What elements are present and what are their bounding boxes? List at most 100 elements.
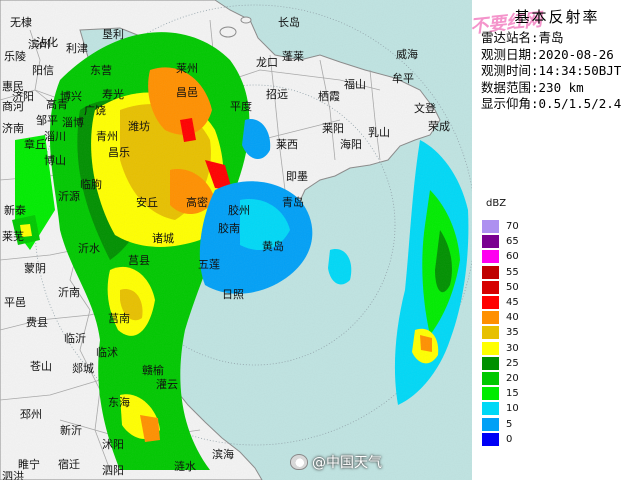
attribution: @中国天气 — [290, 452, 382, 472]
city-label: 莱芜 — [2, 229, 24, 243]
station-info: 雷达站名:青岛 观测日期:2020-08-26 观测时间:14:34:50BJT… — [481, 30, 621, 113]
legend-swatch — [482, 372, 499, 385]
display-elevation: 显示仰角:0.5/1.5/2.4 — [481, 96, 622, 111]
city-label: 福山 — [344, 77, 366, 91]
city-label: 费县 — [26, 316, 48, 329]
city-label: 平度 — [230, 99, 252, 113]
city-label: 新沂 — [60, 423, 82, 437]
city-label: 安丘 — [136, 195, 158, 209]
city-label: 黄岛 — [262, 239, 284, 253]
legend-label: 60 — [506, 251, 519, 263]
city-label: 蓬莱 — [282, 50, 304, 63]
legend-swatch — [482, 402, 499, 416]
city-label: 平邑 — [4, 296, 26, 309]
legend-label: 20 — [506, 373, 519, 384]
legend-label: 50 — [506, 281, 519, 293]
city-label: 灌云 — [156, 378, 178, 391]
city-label: 胶州 — [228, 203, 250, 217]
city-label: 长岛 — [278, 15, 300, 29]
city-label: 赣榆 — [142, 363, 164, 377]
city-label: 潍坊 — [128, 119, 150, 133]
city-label: 昌乐 — [108, 146, 130, 159]
city-label: 文登 — [414, 101, 436, 115]
city-label: 邹平 — [36, 114, 58, 127]
city-label: 涟水 — [174, 459, 196, 473]
city-label: 利津 — [66, 42, 88, 55]
data-range: 数据范围:230 km — [481, 79, 584, 95]
legend-swatch — [482, 296, 499, 309]
city-label: 临沂 — [64, 331, 86, 345]
city-label: 沂南 — [58, 286, 80, 299]
legend-level: 60 — [482, 250, 519, 264]
city-label: 乳山 — [368, 126, 390, 139]
legend-label: 10 — [506, 403, 519, 415]
legend-level: 70 — [482, 220, 519, 233]
legend-label: 0 — [506, 433, 513, 445]
weibo-logo-icon — [290, 454, 308, 470]
legend-swatch — [482, 417, 499, 431]
legend-swatch — [482, 280, 499, 294]
city-label: 龙口 — [256, 56, 278, 69]
city-label: 章丘 — [24, 137, 46, 151]
legend-level: 20 — [482, 372, 519, 385]
legend-swatch — [482, 341, 499, 355]
observation-time: 观测时间:14:34:50BJT — [481, 63, 622, 78]
city-label: 博山 — [44, 154, 66, 167]
legend-unit: dBZ — [486, 198, 507, 209]
city-label: 招远 — [266, 87, 288, 101]
legend-level: 0 — [482, 432, 513, 446]
dbz-legend: dBZ 70 65 60 55 50 45 40 35 30 25 20 15 10 5 0 — [482, 198, 519, 446]
legend-label: 65 — [506, 236, 519, 248]
city-label: 阳信 — [32, 64, 54, 77]
city-label: 东海 — [108, 395, 130, 409]
legend-swatch — [482, 220, 499, 233]
city-label: 高密 — [186, 195, 208, 209]
city-label: 广饶 — [84, 104, 106, 117]
legend-level: 15 — [482, 387, 519, 401]
legend-level: 45 — [482, 296, 519, 309]
legend-level: 25 — [482, 356, 519, 370]
city-label: 郯城 — [72, 361, 94, 375]
city-label: 淄川 — [44, 130, 66, 143]
legend-level: 10 — [482, 402, 519, 416]
city-label: 莱西 — [276, 138, 298, 151]
city-label: 蒙阴 — [24, 262, 46, 275]
city-label: 青岛 — [282, 195, 304, 209]
legend-level: 50 — [482, 280, 519, 294]
city-label: 昌邑 — [176, 86, 198, 99]
city-label: 青州 — [96, 130, 118, 143]
city-label: 睢宁 — [18, 457, 40, 471]
city-label: 滨海 — [212, 447, 234, 461]
legend-swatch — [482, 235, 499, 249]
legend-label: 55 — [506, 266, 519, 278]
legend-swatch — [482, 311, 499, 325]
legend-level: 5 — [482, 417, 512, 431]
city-label: 牟平 — [392, 71, 414, 85]
legend-level: 55 — [482, 265, 519, 279]
legend-level: 30 — [482, 341, 519, 355]
city-label: 莱阳 — [322, 122, 344, 135]
legend-swatch — [482, 387, 499, 401]
city-label: 淄博 — [62, 116, 84, 129]
legend-swatch — [482, 432, 499, 446]
city-label: 日照 — [222, 288, 244, 301]
city-label: 苍山 — [30, 360, 52, 373]
city-label: 济阳 — [12, 89, 34, 103]
city-label: 莒南 — [108, 312, 130, 325]
city-label: 寿光 — [102, 87, 124, 101]
city-label: 海阳 — [340, 137, 362, 151]
legend-label: 35 — [506, 327, 519, 339]
city-label: 高青 — [46, 97, 68, 111]
station-label: 雷达站名:青岛 — [481, 30, 564, 45]
city-label: 东营 — [90, 63, 112, 77]
attribution-text: @中国天气 — [312, 455, 382, 471]
legend-swatch — [482, 356, 499, 370]
map-title: 基本反射率 — [514, 8, 600, 26]
city-label: 临沭 — [96, 345, 118, 359]
city-label: 滨州 — [28, 37, 50, 51]
legend-swatch — [482, 250, 499, 264]
legend-label: 25 — [506, 357, 519, 369]
city-label: 济南 — [2, 121, 24, 135]
legend-label: 40 — [506, 312, 519, 324]
city-label: 无棣 — [10, 16, 32, 29]
